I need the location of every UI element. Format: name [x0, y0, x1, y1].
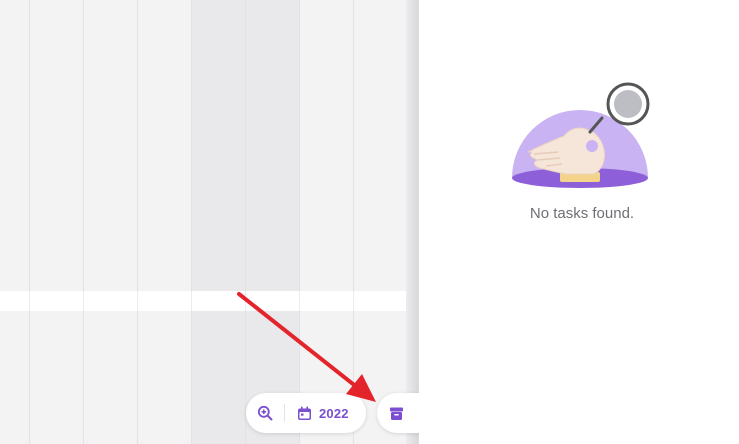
- empty-state-message: No tasks found.: [529, 205, 635, 222]
- empty-state-illustration: [512, 82, 650, 188]
- annotation-arrow: [237, 292, 376, 402]
- panel-background: [419, 380, 449, 444]
- empty-state: No tasks found.: [490, 70, 660, 230]
- timeline-column: [137, 0, 192, 444]
- timeline-column: [83, 0, 138, 444]
- timeline-column: [29, 0, 84, 444]
- archive-icon: [390, 407, 403, 420]
- panel-divider[interactable]: [418, 0, 419, 444]
- timeline-scroll-edge: [406, 0, 418, 444]
